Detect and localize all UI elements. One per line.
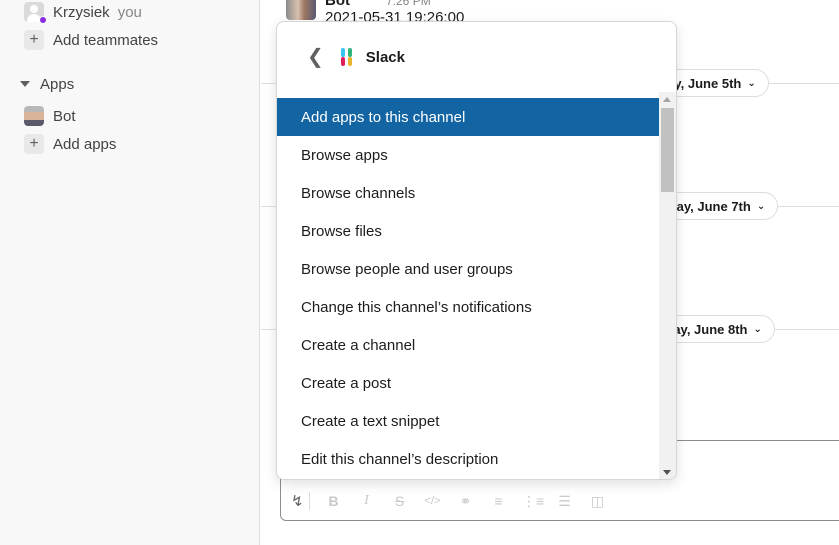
back-arrow-icon[interactable]: ❮ xyxy=(307,47,324,67)
menu-item[interactable]: Create a channel xyxy=(277,326,660,364)
menu-item[interactable]: Browse channels xyxy=(277,174,660,212)
shortcuts-menu: ❮ Slack Add apps to this channel Browse a… xyxy=(276,21,677,480)
scrollbar[interactable] xyxy=(659,92,676,479)
menu-item[interactable]: Create a post xyxy=(277,364,660,402)
code-icon[interactable]: </> xyxy=(423,495,442,507)
plus-icon: + xyxy=(24,30,44,50)
code-block-icon[interactable]: ◫ xyxy=(588,493,607,510)
menu-item[interactable]: Browse people and user groups xyxy=(277,250,660,288)
presence-icon xyxy=(39,16,47,24)
shortcuts-icon[interactable]: ↯ xyxy=(291,492,310,510)
menu-item[interactable]: Browse files xyxy=(277,212,660,250)
ordered-list-icon[interactable]: ≡ xyxy=(489,493,508,509)
shortcuts-menu-header: ❮ Slack xyxy=(277,22,676,92)
bot-label: Bot xyxy=(53,107,76,125)
italic-icon[interactable]: I xyxy=(357,493,376,509)
add-teammates-label: Add teammates xyxy=(53,31,159,49)
message-avatar[interactable] xyxy=(286,0,316,20)
bulleted-list-icon[interactable]: ⋮≡ xyxy=(522,493,544,510)
user-name: Krzysiek xyxy=(53,3,110,21)
add-teammates-button[interactable]: + Add teammates xyxy=(24,27,158,53)
scrollbar-thumb[interactable] xyxy=(661,108,674,192)
bold-icon[interactable]: B xyxy=(324,493,343,509)
add-apps-label: Add apps xyxy=(53,135,117,153)
slack-logo-icon xyxy=(338,47,358,67)
user-you-label: you xyxy=(117,3,142,21)
menu-item[interactable]: Edit this channel’s description xyxy=(277,440,660,478)
shortcuts-menu-title: Slack xyxy=(365,48,405,66)
sidebar-item-user[interactable]: Krzysiek you xyxy=(24,0,142,25)
chevron-down-icon: ⌄ xyxy=(756,200,766,212)
apps-section-label: Apps xyxy=(40,75,75,93)
menu-item[interactable]: Add apps to this channel xyxy=(277,98,660,136)
caret-down-icon xyxy=(20,81,30,87)
menu-item[interactable]: Create a text snippet xyxy=(277,402,660,440)
strikethrough-icon[interactable]: S xyxy=(390,493,409,509)
menu-item[interactable]: Browse apps xyxy=(277,136,660,174)
sidebar: Krzysiek you + Add teammates Apps Bot + … xyxy=(0,0,260,545)
apps-section-toggle[interactable]: Apps xyxy=(20,72,74,96)
user-avatar-icon xyxy=(24,2,47,24)
link-icon[interactable]: ⚭ xyxy=(456,493,475,510)
bot-avatar xyxy=(24,106,44,126)
scroll-up-icon[interactable] xyxy=(663,97,671,102)
add-apps-button[interactable]: + Add apps xyxy=(24,131,116,157)
sidebar-item-bot[interactable]: Bot xyxy=(24,103,76,129)
message-author[interactable]: Bot xyxy=(325,0,350,9)
chevron-down-icon: ⌄ xyxy=(753,323,762,335)
chevron-down-icon: ⌄ xyxy=(747,77,756,89)
menu-item[interactable]: Change this channel’s notifications xyxy=(277,288,660,326)
scroll-down-icon[interactable] xyxy=(663,470,671,475)
composer-toolbar: ↯ B I S </> ⚭ ≡ ⋮≡ ☰ ◫ xyxy=(291,489,607,513)
shortcuts-list: Add apps to this channel Browse apps Brows… xyxy=(277,98,660,478)
message-time[interactable]: 7:26 PM xyxy=(386,0,431,8)
plus-icon: + xyxy=(24,134,44,154)
blockquote-icon[interactable]: ☰ xyxy=(555,493,574,510)
